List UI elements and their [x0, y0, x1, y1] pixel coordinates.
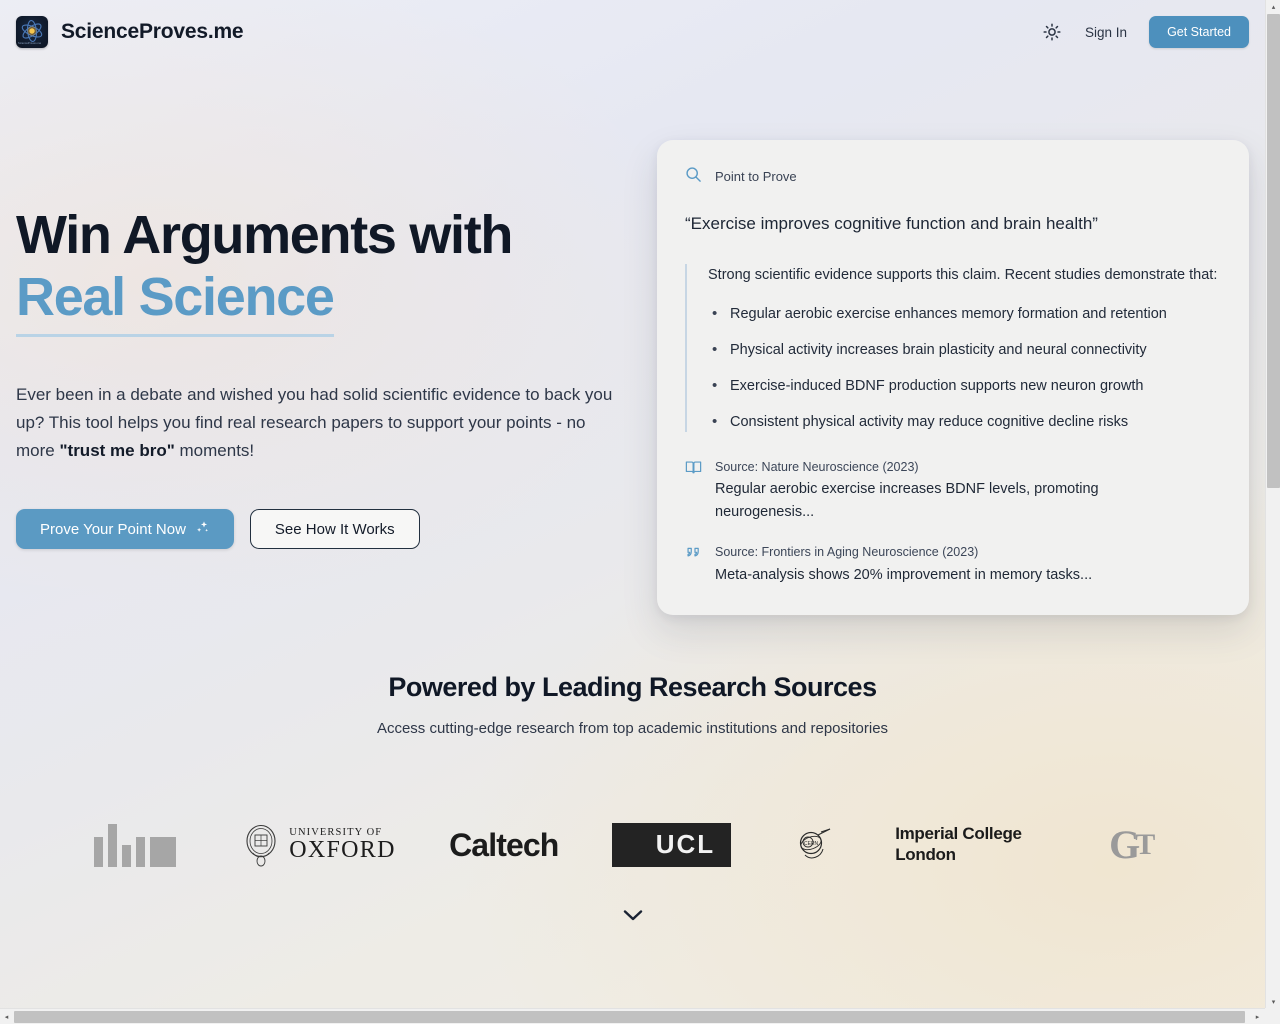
list-item[interactable]: Source: Frontiers in Aging Neuroscience … [685, 543, 1221, 586]
gatech-logo-text: GT [1109, 822, 1155, 867]
evidence-intro: Strong scientific evidence supports this… [708, 266, 1218, 283]
imperial-line1: Imperial College [895, 824, 1022, 844]
source-content: Source: Nature Neuroscience (2023) Regul… [715, 458, 1145, 524]
source-list: Source: Nature Neuroscience (2023) Regul… [685, 458, 1221, 587]
institution-logo-row: UNIVERSITY OF OXFORD Caltech UCL CERN Im… [0, 812, 1265, 878]
brand-name: ScienceProves.me [61, 20, 244, 43]
horizontal-scrollbar[interactable]: ◂ ▸ [0, 1008, 1280, 1024]
list-item: Regular aerobic exercise enhances memory… [708, 304, 1221, 324]
imperial-logo-text: Imperial College London [895, 824, 1022, 865]
source-title: Source: Nature Neuroscience (2023) [715, 459, 919, 474]
atom-icon: ScienceProves.me [16, 16, 48, 48]
logo-imperial: Imperial College London [895, 812, 1022, 878]
point-to-prove-label: Point to Prove [685, 166, 1221, 186]
scroll-left-arrow-icon[interactable]: ◂ [0, 1009, 13, 1024]
see-how-it-works-button[interactable]: See How It Works [249, 509, 420, 550]
oxford-crest-icon [246, 824, 276, 867]
search-icon-svg [686, 167, 701, 182]
logo-caltech: Caltech [448, 812, 560, 878]
mit-logo-mark [94, 823, 177, 867]
prove-button-label: Prove Your Point Now [40, 520, 186, 538]
oxford-logo-text: UNIVERSITY OF OXFORD [289, 827, 395, 863]
list-item: Exercise-induced BDNF production support… [708, 376, 1221, 396]
source-snippet: Regular aerobic exercise increases BDNF … [715, 481, 1099, 520]
sign-in-link[interactable]: Sign In [1085, 25, 1127, 40]
prove-your-point-button[interactable]: Prove Your Point Now [16, 509, 234, 550]
ucl-logo-text: UCL [611, 823, 732, 867]
section-title: Powered by Leading Research Sources [388, 672, 877, 702]
oxford-logo-mark: UNIVERSITY OF OXFORD [243, 822, 395, 868]
horizontal-scrollbar-thumb[interactable] [14, 1011, 1245, 1023]
logo-cern: CERN [783, 812, 843, 878]
evidence-block: Strong scientific evidence supports this… [685, 263, 1221, 432]
quote-icon-svg [687, 548, 699, 557]
scrollbar-corner [1265, 1008, 1280, 1024]
hero-subtitle: Ever been in a debate and wished you had… [16, 381, 616, 465]
evidence-bullets: Regular aerobic exercise enhances memory… [708, 304, 1221, 432]
brand-logo[interactable]: ScienceProves.me ScienceProves.me [16, 16, 244, 48]
list-item[interactable]: Source: Nature Neuroscience (2023) Regul… [685, 458, 1221, 524]
logo-oxford: UNIVERSITY OF OXFORD [243, 812, 395, 878]
brand-mark-micro-text: ScienceProves.me [18, 42, 42, 46]
hero-subtitle-emphasis: "trust me bro" [59, 441, 175, 461]
svg-text:CERN: CERN [804, 841, 819, 847]
scroll-up-arrow-icon[interactable]: ▴ [1266, 0, 1280, 13]
chevron-down-icon [623, 910, 642, 921]
sparkles-icon-svg [196, 520, 208, 532]
source-snippet: Meta-analysis shows 20% improvement in m… [715, 567, 1093, 584]
section-subtitle: Access cutting-edge research from top ac… [376, 720, 889, 737]
source-title: Source: Frontiers in Aging Neuroscience … [715, 545, 979, 560]
browser-viewport: ScienceProves.me ScienceProves.me Sign I… [0, 0, 1265, 1008]
book-open-icon-svg [685, 461, 702, 474]
source-content: Source: Frontiers in Aging Neuroscience … [715, 543, 1092, 586]
oxford-line2: OXFORD [289, 836, 396, 863]
atom-orbit-svg [21, 19, 43, 43]
page-title: Win Arguments with Real Science [16, 205, 636, 337]
scroll-right-arrow-icon[interactable]: ▸ [1251, 1009, 1264, 1024]
logo-mit [79, 812, 191, 878]
search-icon [685, 166, 702, 186]
quote-icon [685, 543, 703, 586]
sun-icon[interactable] [1041, 21, 1063, 43]
sun-icon-svg [1043, 23, 1061, 41]
logo-georgia-tech: GT [1074, 812, 1186, 878]
point-to-prove-text: Point to Prove [715, 168, 797, 184]
cern-logo-icon: CERN [800, 828, 831, 859]
vertical-scrollbar-thumb[interactable] [1267, 14, 1280, 488]
demo-result-card: Point to Prove “Exercise improves cognit… [657, 140, 1249, 615]
scroll-down-arrow-icon[interactable]: ▾ [1266, 995, 1280, 1008]
logo-ucl: UCL [611, 812, 732, 878]
page-root: ScienceProves.me ScienceProves.me Sign I… [0, 0, 1265, 1008]
scroll-down-cue[interactable] [0, 908, 1265, 922]
list-item: Physical activity increases brain plasti… [708, 340, 1221, 360]
header-actions: Sign In Get Started [1041, 16, 1249, 48]
caltech-logo-text: Caltech [449, 826, 559, 863]
hero-actions: Prove Your Point Now See How It Works [16, 509, 636, 550]
book-open-icon [685, 458, 703, 524]
vertical-scrollbar[interactable]: ▴ ▾ [1265, 0, 1280, 1008]
research-sources-section: Powered by Leading Research Sources Acce… [0, 672, 1265, 737]
hero-section: Win Arguments with Real Science Ever bee… [16, 205, 636, 550]
sparkles-icon [195, 520, 210, 539]
hero-subtitle-part2: moments! [174, 441, 255, 461]
site-header: ScienceProves.me ScienceProves.me Sign I… [0, 0, 1265, 64]
get-started-button[interactable]: Get Started [1149, 16, 1249, 48]
hero-title-accent: Real Science [16, 267, 335, 337]
hero-title-line1: Win Arguments with [16, 205, 513, 265]
imperial-line2: London [895, 845, 956, 864]
claim-text: “Exercise improves cognitive function an… [685, 214, 1098, 233]
list-item: Consistent physical activity may reduce … [708, 412, 1221, 432]
